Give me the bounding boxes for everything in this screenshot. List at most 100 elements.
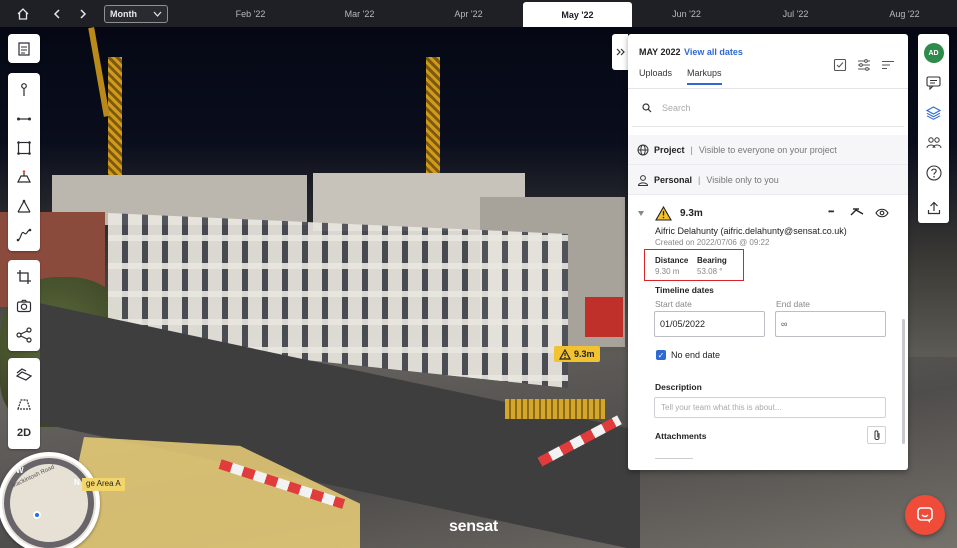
height-measure-icon <box>17 199 31 213</box>
comments-button[interactable] <box>918 68 949 98</box>
timeline-month-jul[interactable]: Jul '22 <box>741 0 850 27</box>
red-machinery <box>585 297 623 337</box>
share-tool[interactable] <box>8 320 40 349</box>
perspective-icon <box>17 398 31 410</box>
notepad-icon <box>18 41 30 56</box>
line-tool[interactable] <box>8 104 40 133</box>
upload-icon <box>927 201 940 215</box>
2d-toggle-button[interactable]: 2D <box>8 418 40 447</box>
no-end-date-label: No end date <box>671 350 721 360</box>
camera-icon <box>16 299 32 312</box>
profile-tool[interactable] <box>8 220 40 249</box>
crop-icon <box>17 269 31 284</box>
no-end-date-checkbox[interactable]: ✓ <box>656 350 666 360</box>
panel-collapse-button[interactable] <box>612 34 628 70</box>
volume-tool[interactable] <box>8 162 40 191</box>
share-icon <box>16 326 32 343</box>
user-avatar-button[interactable]: AD <box>918 38 949 68</box>
timeline-month-mar[interactable]: Mar '22 <box>305 0 414 27</box>
point-tool[interactable] <box>8 75 40 104</box>
area-label[interactable]: ge Area A <box>82 478 125 491</box>
layer-project-name: Project <box>654 144 685 155</box>
end-date-input[interactable]: ∞ <box>775 311 886 337</box>
checklist-icon[interactable] <box>833 58 847 72</box>
timeline-month-aug[interactable]: Aug '22 <box>850 0 957 27</box>
layer-project[interactable]: Project | Visible to everyone on your pr… <box>628 135 908 165</box>
upload-button[interactable] <box>918 193 949 223</box>
measure-style-icon[interactable] <box>850 207 864 219</box>
toolbar-group-measure <box>8 73 40 251</box>
end-date-label: End date <box>776 299 811 309</box>
crop-tool[interactable] <box>8 262 40 291</box>
tilt-view-tool[interactable] <box>8 389 40 418</box>
help-icon <box>925 165 942 181</box>
eye-icon[interactable] <box>875 208 889 218</box>
layer-personal-name: Personal <box>654 174 693 185</box>
markups-panel: MAY 2022 View all dates Uploads Markups … <box>628 34 908 470</box>
warning-icon <box>655 205 672 221</box>
filter-sliders-icon[interactable] <box>857 58 871 72</box>
toolbar-group-notes <box>8 34 40 63</box>
timeline-bar: Month Feb '22 Mar '22 Apr '22 May '22 Ju… <box>0 0 957 27</box>
measurement-marker[interactable]: 9.3m <box>554 346 600 362</box>
compass-north-label: N <box>74 478 80 487</box>
search-bar <box>632 89 904 127</box>
timeline-months: Feb '22 Mar '22 Apr '22 May '22 Jun '22 … <box>196 0 957 27</box>
double-chevron-right-icon <box>616 48 625 56</box>
tab-markups[interactable]: Markups <box>687 68 722 85</box>
pin-icon <box>21 82 27 96</box>
screenshot-tool[interactable] <box>8 291 40 320</box>
avatar: AD <box>923 43 944 63</box>
view-all-dates-link[interactable]: View all dates <box>684 47 743 57</box>
panel-scrollbar[interactable] <box>902 319 905 444</box>
timeline-month-apr[interactable]: Apr '22 <box>414 0 523 27</box>
collapse-triangle-icon[interactable] <box>637 209 645 217</box>
home-icon[interactable] <box>10 0 36 27</box>
panel-date-title: MAY 2022 <box>639 47 681 57</box>
chevron-down-icon <box>153 11 162 17</box>
layers-button[interactable] <box>918 98 949 128</box>
minimap-compass[interactable]: Mackintosh Road W N <box>0 452 100 548</box>
layer-personal-description: Visible only to you <box>706 174 779 185</box>
layers-view-tool[interactable] <box>8 360 40 389</box>
start-date-input[interactable]: 01/05/2022 <box>654 311 765 337</box>
location-dot <box>33 511 41 519</box>
layer-personal[interactable]: Personal | Visible only to you <box>628 165 908 195</box>
search-input[interactable] <box>662 102 862 113</box>
timeline-month-may[interactable]: May '22 <box>523 2 632 27</box>
separator: | <box>698 174 701 185</box>
timeline-month-feb[interactable]: Feb '22 <box>196 0 305 27</box>
area-icon <box>17 140 31 155</box>
height-tool[interactable] <box>8 191 40 220</box>
volume-icon <box>17 169 31 183</box>
chevron-right-icon[interactable] <box>70 0 96 27</box>
tab-uploads[interactable]: Uploads <box>639 68 672 83</box>
description-input[interactable]: Tell your team what this is about... <box>654 397 886 418</box>
profile-icon <box>16 228 32 241</box>
timeline-month-jun[interactable]: Jun '22 <box>632 0 741 27</box>
warning-icon <box>559 348 571 360</box>
paperclip-icon <box>874 430 879 440</box>
toolbar-group-view: 2D <box>8 358 40 449</box>
chevron-left-icon[interactable] <box>44 0 70 27</box>
markup-title: 9.3m <box>680 207 703 219</box>
team-button[interactable] <box>918 128 949 158</box>
markup-author: Aifric Delahunty (aifric.delahunty@sensa… <box>655 226 847 236</box>
more-options-button[interactable]: ••• <box>828 207 834 216</box>
period-select-value: Month <box>110 8 137 19</box>
period-select[interactable]: Month <box>104 4 168 23</box>
timeline-dates-heading: Timeline dates <box>655 285 714 295</box>
chat-button[interactable] <box>905 495 945 535</box>
yellow-fence <box>505 399 605 419</box>
team-icon <box>926 137 941 149</box>
separator: | <box>690 144 693 155</box>
notes-tool[interactable] <box>8 34 40 63</box>
measurement-highlight-box <box>644 249 744 281</box>
start-date-label: Start date <box>655 299 692 309</box>
compass-west-label: W <box>16 466 24 475</box>
description-label: Description <box>655 382 702 392</box>
help-button[interactable] <box>918 158 949 188</box>
area-tool[interactable] <box>8 133 40 162</box>
sort-icon[interactable] <box>881 58 895 72</box>
attach-file-button[interactable] <box>867 426 886 444</box>
